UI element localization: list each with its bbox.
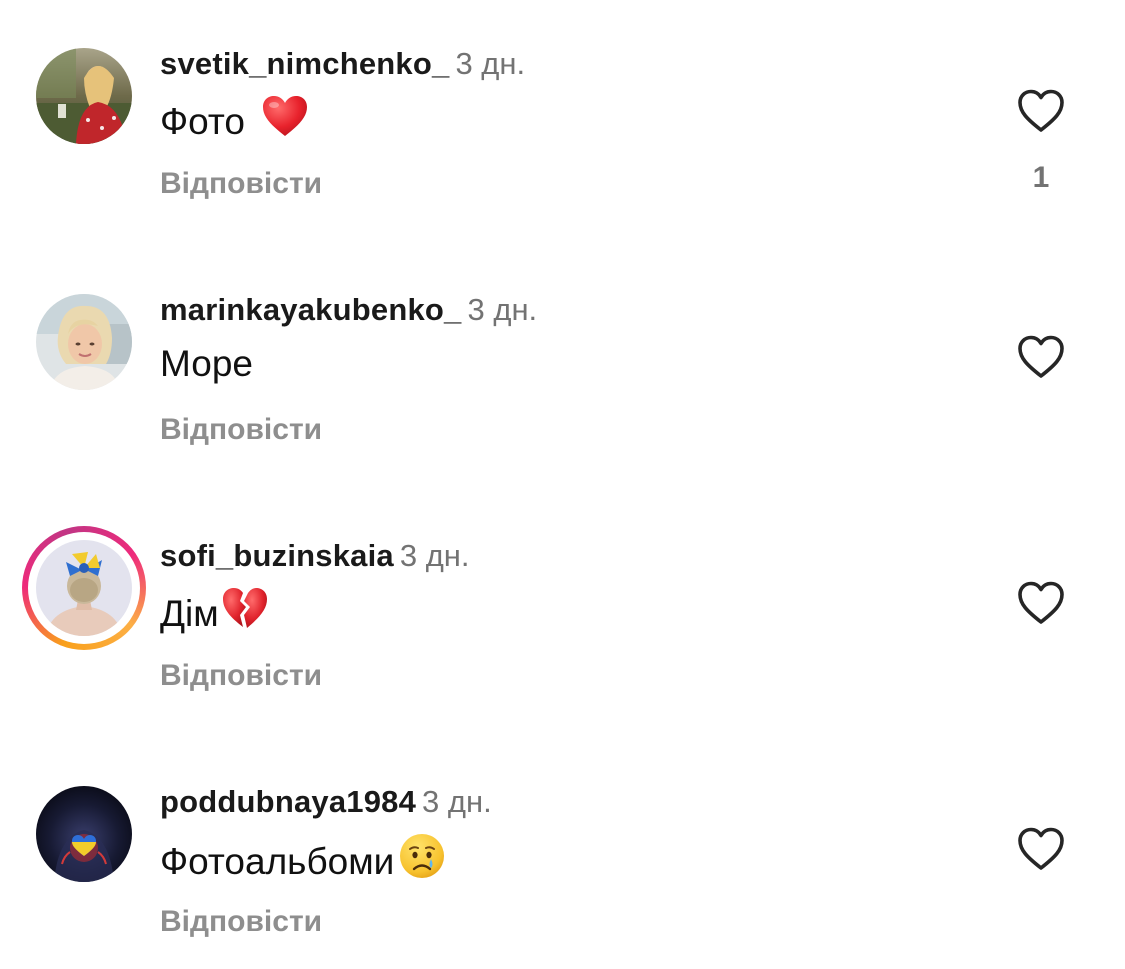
like-button[interactable] [1016,826,1066,872]
comment-meta: poddubnaya1984 3 дн. [160,782,492,822]
avatar-photo [36,786,132,882]
comment-item: svetik_nimchenko_3 дн. Фото Відповісти [0,0,1125,200]
avatar[interactable] [36,294,132,390]
reply-button[interactable]: Відповісти [160,902,322,942]
timestamp: 3 дн. [455,46,526,81]
avatar-photo [36,540,132,636]
avatar-photo [36,294,132,390]
timestamp: 3 дн. [399,538,470,573]
username[interactable]: marinkayakubenko_ [160,292,462,327]
reply-button[interactable]: Відповісти [160,656,322,696]
reply-button[interactable]: Відповісти [160,410,322,450]
heart-outline-icon [1018,827,1064,870]
like-count[interactable]: 1 [1022,158,1060,198]
red-heart-emoji-icon [261,94,309,150]
comment-text: Море [160,340,253,388]
heart-outline-icon [1018,581,1064,624]
comment-text-content: Дім [160,593,219,634]
comment-meta: sofi_buzinskaia 3 дн. [160,536,470,576]
comment-text-content: Фото [160,101,246,142]
comment-meta: svetik_nimchenko_ 3 дн. [160,44,525,84]
comment-text: Фотоальбоми [160,832,446,892]
username[interactable]: poddubnaya1984 [160,784,416,819]
username[interactable]: sofi_buzinskaia [160,538,394,573]
reply-button[interactable]: Відповісти [160,164,322,204]
comment-text: Фото [160,94,309,150]
username[interactable]: svetik_nimchenko_ [160,46,449,81]
comment-text-content: Море [160,343,253,384]
timestamp: 3 дн. [422,784,492,819]
like-button[interactable] [1016,334,1066,380]
comment-item: poddubnaya1984 3 дн. Фотоальбоми Відпові… [0,738,1125,938]
avatar-photo [36,48,132,144]
broken-heart-emoji-icon [221,586,269,642]
comment-text-content: Фотоальбоми [160,841,395,882]
timestamp: 3 дн. [467,292,538,327]
heart-outline-icon [1018,89,1064,132]
avatar[interactable] [36,786,132,882]
like-button[interactable] [1016,580,1066,626]
heart-outline-icon [1018,335,1064,378]
avatar[interactable] [36,48,132,144]
comment-meta: marinkayakubenko_ 3 дн. [160,290,537,330]
comment-item: sofi_buzinskaia 3 дн. Дім Відповісти [0,492,1125,692]
like-button[interactable] [1016,88,1066,134]
comment-text: Дім [160,586,269,642]
comment-item: marinkayakubenko_ 3 дн. Море Відповісти [0,246,1125,446]
avatar[interactable] [22,526,146,650]
crying-face-emoji-icon [398,832,446,892]
